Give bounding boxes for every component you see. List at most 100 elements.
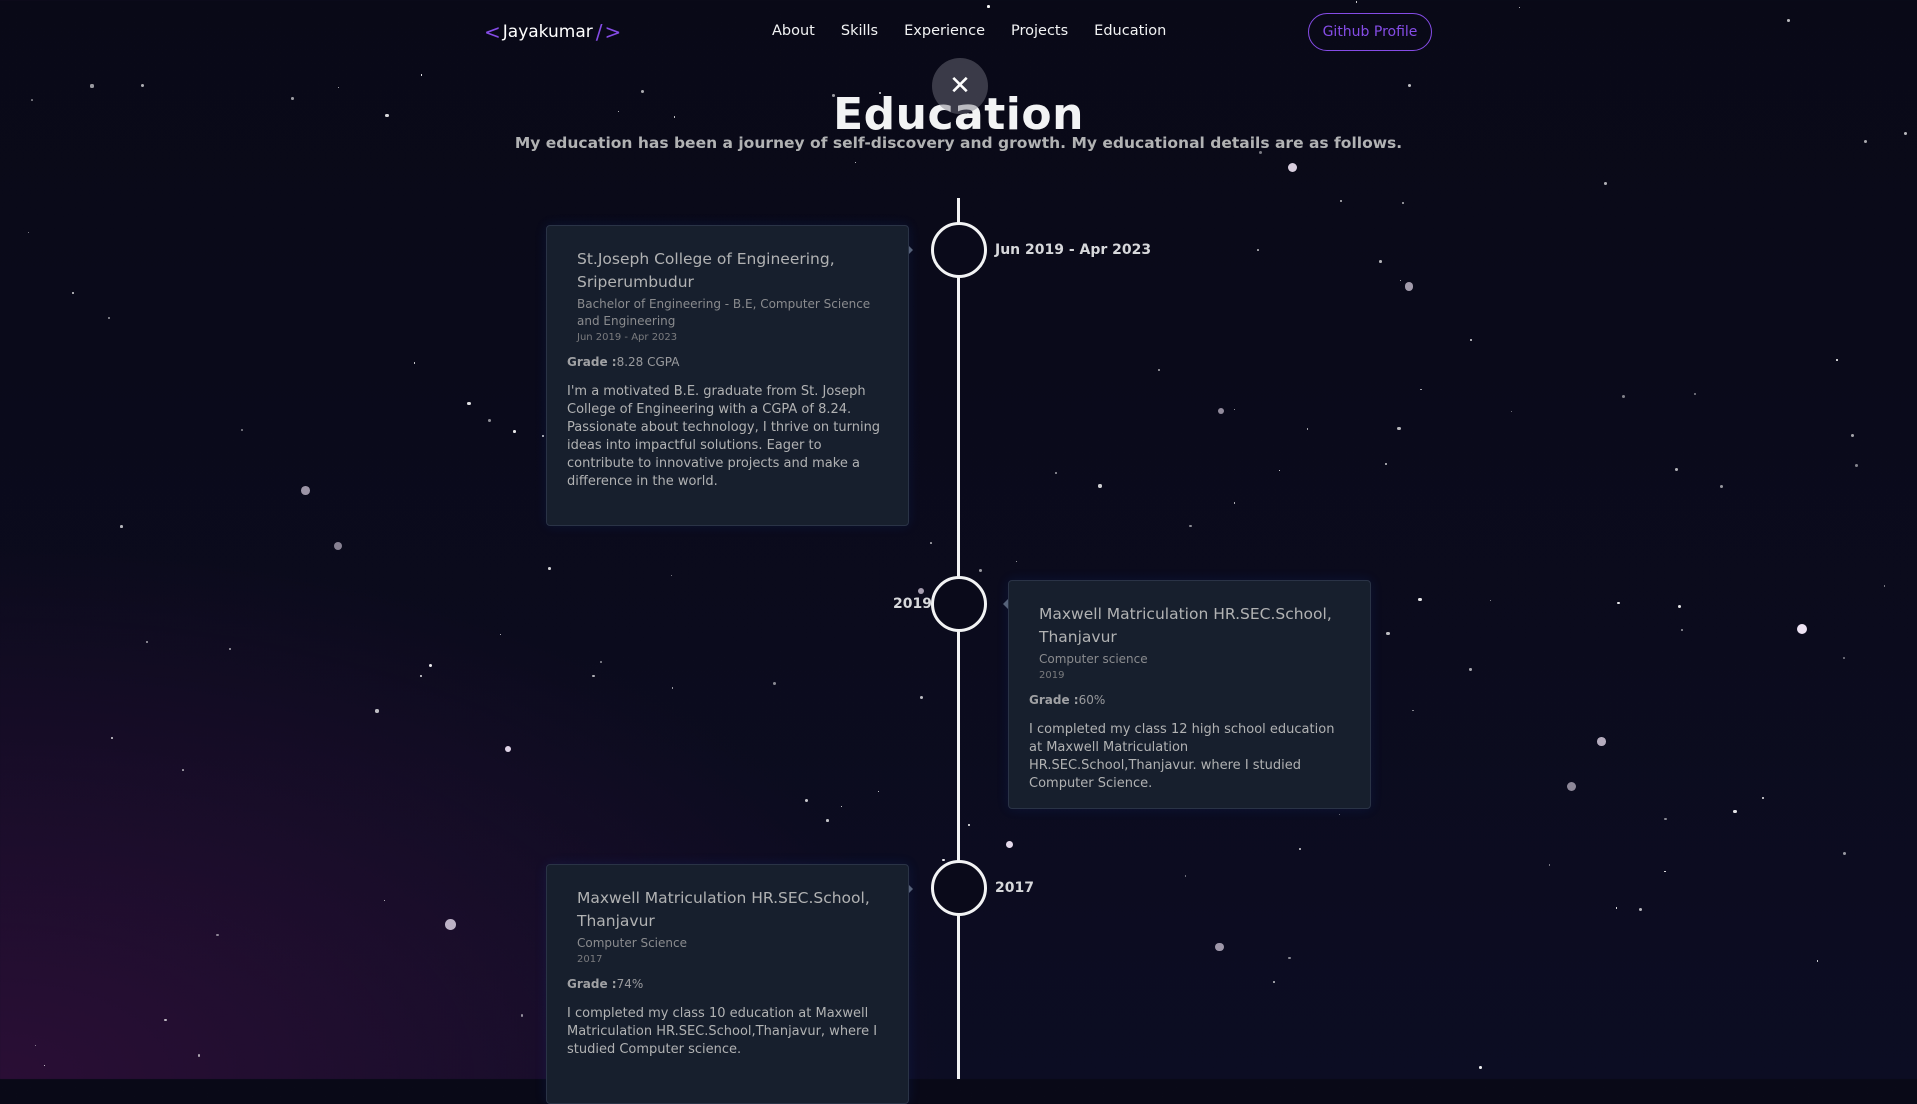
star (919, 696, 923, 700)
star (1617, 601, 1620, 605)
nav-link-education[interactable]: Education (1094, 23, 1166, 39)
nav-link-skills[interactable]: Skills (841, 23, 878, 39)
star (1842, 656, 1845, 659)
star (413, 361, 416, 364)
degree: Computer Science (577, 936, 687, 950)
star (383, 899, 385, 902)
star (1338, 814, 1341, 816)
star (1005, 840, 1013, 848)
star (1386, 631, 1390, 636)
star (978, 568, 982, 573)
star (1233, 408, 1236, 410)
star (301, 486, 310, 496)
star (1399, 279, 1402, 281)
star (1694, 393, 1697, 396)
star (1412, 709, 1414, 712)
star (504, 745, 512, 753)
star (1675, 468, 1678, 472)
star (27, 232, 29, 234)
star (420, 74, 423, 76)
star (1157, 369, 1161, 372)
star (141, 84, 145, 88)
star (35, 1045, 37, 1047)
education-card[interactable]: St.Joseph College of Engineering, Sriper… (546, 225, 909, 526)
star (1189, 524, 1192, 528)
star (1299, 848, 1302, 851)
star (1379, 259, 1382, 263)
timeline-date-label: 2017 (995, 880, 1034, 896)
star (197, 1054, 201, 1057)
star (1288, 163, 1298, 173)
star (1678, 604, 1682, 609)
star (670, 575, 672, 577)
education-date: Jun 2019 - Apr 2023 (577, 332, 678, 343)
star (1054, 472, 1057, 475)
star (1257, 249, 1259, 251)
star (541, 434, 545, 438)
star (1306, 428, 1309, 430)
close-icon[interactable]: ✕ (932, 58, 988, 114)
star (1397, 426, 1401, 431)
education-description: I'm a motivated B.E. graduate from St. J… (567, 384, 881, 489)
star (548, 567, 552, 571)
nav-link-projects[interactable]: Projects (1011, 23, 1068, 39)
star (1288, 956, 1292, 960)
star (1720, 484, 1724, 488)
star (1733, 809, 1737, 813)
star (599, 660, 602, 663)
education-date: 2017 (577, 954, 603, 965)
star (1469, 338, 1472, 341)
star (671, 687, 674, 689)
star (420, 675, 423, 678)
star (773, 682, 777, 686)
star (337, 86, 339, 89)
star (877, 791, 879, 793)
star (182, 768, 185, 771)
logo[interactable]: < Jayakumar / > (484, 20, 621, 44)
star (1279, 469, 1281, 471)
star (1664, 817, 1667, 821)
github-profile-button[interactable]: Github Profile (1308, 13, 1432, 51)
logo-right-bracket: > (604, 20, 622, 44)
school-name: St.Joseph College of Engineering, Sriper… (577, 250, 835, 291)
star (1339, 200, 1343, 203)
timeline-axis (957, 198, 960, 1079)
star (215, 933, 219, 937)
star (228, 647, 232, 651)
timeline-date-label: Jun 2019 - Apr 2023 (995, 242, 1152, 258)
education-card[interactable]: Maxwell Matriculation HR.SEC.School, Tha… (546, 864, 909, 1104)
degree: Computer science (1039, 652, 1148, 666)
star (513, 430, 516, 433)
star (1479, 1066, 1482, 1069)
star (1233, 502, 1236, 504)
education-description: I completed my class 12 high school educ… (1029, 722, 1335, 791)
education-date: 2019 (1039, 670, 1065, 681)
star (592, 674, 595, 678)
star (72, 291, 75, 294)
grade-value: 60% (1078, 693, 1106, 707)
star (333, 541, 343, 551)
star (1681, 629, 1684, 632)
star (1469, 668, 1472, 671)
star (1418, 597, 1422, 601)
nav-link-about[interactable]: About (772, 23, 815, 39)
star (1272, 981, 1275, 983)
education-card[interactable]: Maxwell Matriculation HR.SEC.School, Tha… (1008, 580, 1371, 809)
star (1407, 83, 1411, 88)
star (1098, 484, 1102, 488)
star (487, 419, 492, 423)
star (1854, 464, 1858, 468)
star (520, 1014, 524, 1017)
star (43, 1065, 45, 1067)
star (1797, 624, 1808, 635)
star (1016, 560, 1018, 562)
star (90, 84, 94, 88)
education-description: I completed my class 10 education at Max… (567, 1006, 878, 1057)
grade: Grade :8.28 CGPA (567, 355, 888, 369)
star (929, 541, 932, 544)
star (826, 819, 829, 822)
star (1836, 359, 1838, 362)
grade-value: 74% (616, 977, 644, 991)
star (444, 918, 456, 930)
nav-link-experience[interactable]: Experience (904, 23, 985, 39)
